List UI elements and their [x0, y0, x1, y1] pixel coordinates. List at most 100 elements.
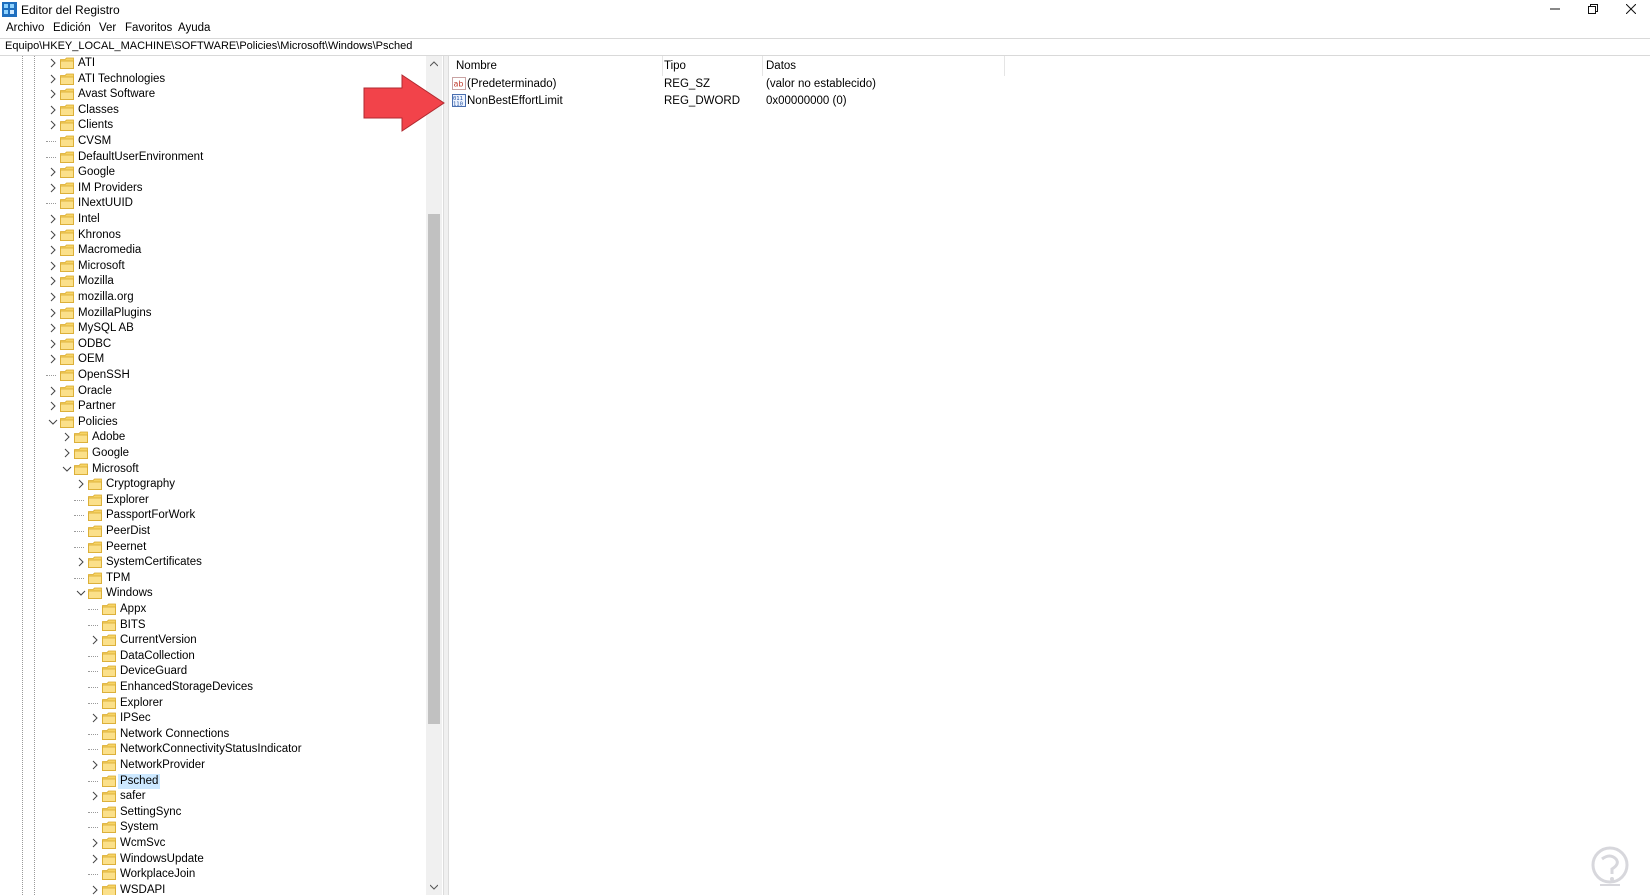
tree-node[interactable]: INextUUID: [0, 196, 420, 211]
tree-node[interactable]: Windows: [0, 586, 420, 601]
tree-node[interactable]: Peernet: [0, 540, 420, 555]
tree-node[interactable]: WorkplaceJoin: [0, 867, 420, 882]
tree-node[interactable]: Avast Software: [0, 87, 420, 102]
chevron-right-icon[interactable]: [48, 261, 58, 271]
tree-node[interactable]: ODBC: [0, 337, 420, 352]
tree-node[interactable]: SettingSync: [0, 805, 420, 820]
tree-node[interactable]: mozilla.org: [0, 290, 420, 305]
tree-node[interactable]: Microsoft: [0, 462, 420, 477]
tree-node[interactable]: Mozilla: [0, 274, 420, 289]
tree-node[interactable]: WSDAPI: [0, 883, 420, 895]
tree-node[interactable]: Network Connections: [0, 727, 420, 742]
tree-node[interactable]: Google: [0, 165, 420, 180]
menu-favoritos[interactable]: Favoritos: [125, 22, 172, 34]
tree-node[interactable]: TPM: [0, 571, 420, 586]
chevron-right-icon[interactable]: [62, 448, 72, 458]
tree-node[interactable]: IPSec: [0, 711, 420, 726]
tree-node[interactable]: Oracle: [0, 384, 420, 399]
value-row[interactable]: ab (Predeterminado) REG_SZ (valor no est…: [448, 76, 1650, 92]
tree-node[interactable]: WcmSvc: [0, 836, 420, 851]
tree-node[interactable]: MySQL AB: [0, 321, 420, 336]
chevron-right-icon[interactable]: [90, 838, 100, 848]
scroll-up-button[interactable]: [426, 56, 442, 72]
chevron-right-icon[interactable]: [62, 432, 72, 442]
tree-node[interactable]: Microsoft: [0, 259, 420, 274]
chevron-right-icon[interactable]: [90, 885, 100, 895]
tree-node[interactable]: BITS: [0, 618, 420, 633]
tree-node[interactable]: CVSM: [0, 134, 420, 149]
close-button[interactable]: [1612, 0, 1650, 20]
chevron-right-icon[interactable]: [90, 760, 100, 770]
tree-node[interactable]: IM Providers: [0, 181, 420, 196]
tree-node[interactable]: DataCollection: [0, 649, 420, 664]
tree-node[interactable]: Policies: [0, 415, 420, 430]
tree-node[interactable]: System: [0, 820, 420, 835]
chevron-right-icon[interactable]: [90, 854, 100, 864]
tree-node[interactable]: Explorer: [0, 696, 420, 711]
chevron-right-icon[interactable]: [90, 713, 100, 723]
tree-node[interactable]: OpenSSH: [0, 368, 420, 383]
tree-node[interactable]: Psched: [0, 773, 420, 789]
tree-node[interactable]: Clients: [0, 118, 420, 133]
chevron-right-icon[interactable]: [48, 386, 58, 396]
chevron-right-icon[interactable]: [90, 791, 100, 801]
column-header-datos[interactable]: Datos: [764, 56, 1005, 76]
tree-node[interactable]: NetworkConnectivityStatusIndicator: [0, 742, 420, 757]
value-row[interactable]: 011 110 NonBestEffortLimit REG_DWORD 0x0…: [448, 93, 1650, 109]
tree-node[interactable]: safer: [0, 789, 420, 804]
chevron-right-icon[interactable]: [48, 245, 58, 255]
chevron-right-icon[interactable]: [48, 230, 58, 240]
tree-node[interactable]: DefaultUserEnvironment: [0, 150, 420, 165]
column-header-tipo[interactable]: Tipo: [662, 56, 763, 76]
tree-node[interactable]: Cryptography: [0, 477, 420, 492]
chevron-right-icon[interactable]: [48, 120, 58, 130]
tree-node[interactable]: Google: [0, 446, 420, 461]
chevron-right-icon[interactable]: [48, 214, 58, 224]
tree-node[interactable]: Classes: [0, 103, 420, 118]
chevron-right-icon[interactable]: [48, 74, 58, 84]
chevron-right-icon[interactable]: [90, 635, 100, 645]
chevron-down-icon[interactable]: [48, 417, 58, 427]
menu-ayuda[interactable]: Ayuda: [178, 22, 210, 34]
tree-node[interactable]: Macromedia: [0, 243, 420, 258]
chevron-right-icon[interactable]: [48, 183, 58, 193]
scroll-thumb[interactable]: [428, 214, 440, 724]
chevron-right-icon[interactable]: [76, 479, 86, 489]
tree-node[interactable]: Khronos: [0, 228, 420, 243]
menu-ver[interactable]: Ver: [99, 22, 116, 34]
key-tree[interactable]: ATI ATI Technologies Avast Software Classes…: [0, 56, 444, 895]
tree-node[interactable]: OEM: [0, 352, 420, 367]
tree-node[interactable]: SystemCertificates: [0, 555, 420, 570]
chevron-down-icon[interactable]: [76, 588, 86, 598]
tree-node[interactable]: Appx: [0, 602, 420, 617]
chevron-right-icon[interactable]: [48, 401, 58, 411]
tree-node[interactable]: PeerDist: [0, 524, 420, 539]
tree-node[interactable]: Intel: [0, 212, 420, 227]
chevron-right-icon[interactable]: [48, 276, 58, 286]
chevron-right-icon[interactable]: [48, 292, 58, 302]
menu-archivo[interactable]: Archivo: [6, 22, 44, 34]
tree-node[interactable]: EnhancedStorageDevices: [0, 680, 420, 695]
tree-node[interactable]: NetworkProvider: [0, 758, 420, 773]
tree-node[interactable]: Adobe: [0, 430, 420, 445]
chevron-right-icon[interactable]: [48, 167, 58, 177]
scroll-down-button[interactable]: [426, 879, 442, 895]
tree-node[interactable]: Explorer: [0, 493, 420, 508]
chevron-down-icon[interactable]: [62, 464, 72, 474]
address-bar[interactable]: Equipo\HKEY_LOCAL_MACHINE\SOFTWARE\Polic…: [0, 38, 1650, 56]
tree-node[interactable]: CurrentVersion: [0, 633, 420, 648]
column-header-nombre[interactable]: Nombre: [452, 56, 663, 76]
tree-node[interactable]: ATI Technologies: [0, 72, 420, 87]
chevron-right-icon[interactable]: [48, 105, 58, 115]
tree-scrollbar[interactable]: [426, 56, 442, 895]
chevron-right-icon[interactable]: [48, 89, 58, 99]
chevron-right-icon[interactable]: [48, 354, 58, 364]
chevron-right-icon[interactable]: [48, 58, 58, 68]
address-path[interactable]: Equipo\HKEY_LOCAL_MACHINE\SOFTWARE\Polic…: [5, 40, 412, 52]
tree-node[interactable]: ATI: [0, 56, 420, 71]
restore-button[interactable]: [1574, 0, 1612, 20]
chevron-right-icon[interactable]: [48, 323, 58, 333]
values-list[interactable]: Nombre Tipo Datos ab (Predeterminado) RE…: [448, 56, 1650, 895]
chevron-right-icon[interactable]: [76, 557, 86, 567]
tree-node[interactable]: MozillaPlugins: [0, 306, 420, 321]
